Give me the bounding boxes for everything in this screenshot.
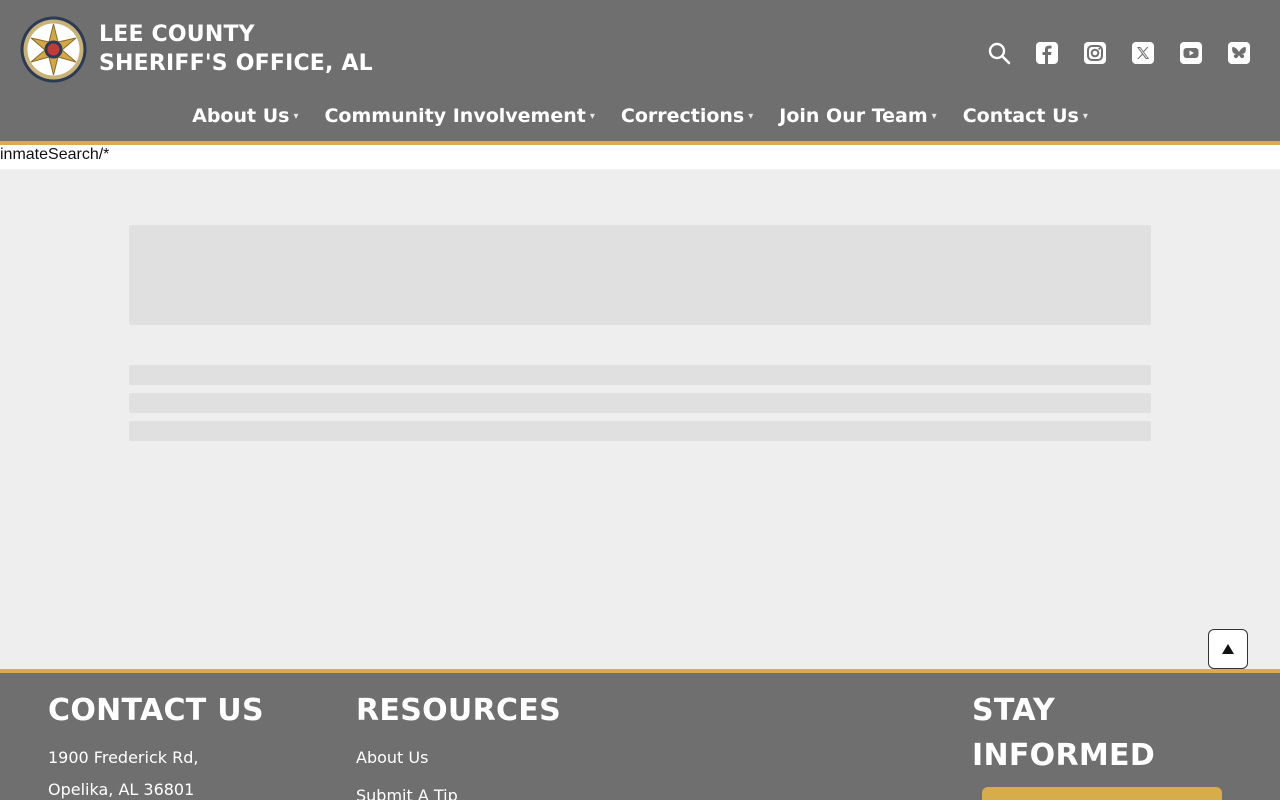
site-title-line1: LEE COUNTY [99,22,255,47]
nav-item-join-our-team[interactable]: Join Our Team ▾ [779,105,936,127]
x-twitter-icon[interactable] [1131,41,1155,65]
footer-link-submit-a-tip[interactable]: Submit A Tip [356,786,458,800]
skeleton-line [129,393,1151,413]
caret-down-icon: ▾ [293,110,299,122]
site-title-line2: SHERIFF'S OFFICE, AL [99,51,373,76]
sheriff-seal-logo[interactable] [20,16,87,83]
footer-address-line1: 1900 Frederick Rd, [48,748,199,767]
skeleton-block-header [129,225,1151,325]
site-footer: CONTACT US 1900 Frederick Rd, Opelika, A… [0,673,1280,800]
bluesky-icon[interactable] [1227,41,1251,65]
footer-link-about-us[interactable]: About Us [356,748,428,767]
route-text: inmateSearch/* [0,146,110,163]
route-bar [0,145,1280,169]
skeleton-line [129,365,1151,385]
footer-address-line2: Opelika, AL 36801 [48,780,195,799]
nav-item-about-us[interactable]: About Us ▾ [192,105,298,127]
nav-item-label: Corrections [620,105,745,127]
caret-down-icon: ▾ [589,110,595,122]
search-icon[interactable] [987,41,1011,65]
youtube-icon[interactable] [1179,41,1203,65]
nav-item-label: Community Involvement [324,105,586,127]
arrow-up-icon [1222,644,1234,654]
footer-contact-heading: CONTACT US [48,693,264,728]
nav-item-contact-us[interactable]: Contact Us ▾ [963,105,1088,127]
instagram-icon[interactable] [1083,41,1107,65]
caret-down-icon: ▾ [931,110,937,122]
skeleton-line [129,421,1151,441]
facebook-icon[interactable] [1035,41,1059,65]
footer-stay-informed-heading-line1: STAY [972,693,1056,728]
scroll-to-top-button[interactable] [1208,629,1248,669]
footer-resources-heading: RESOURCES [356,693,561,728]
header-icons [987,41,1251,65]
subscribe-button[interactable] [982,787,1222,800]
nav-item-corrections[interactable]: Corrections ▾ [621,105,753,127]
main-nav: About Us ▾ Community Involvement ▾ Corre… [0,105,1280,127]
caret-down-icon: ▾ [1082,110,1088,122]
caret-down-icon: ▾ [748,110,754,122]
nav-item-community-involvement[interactable]: Community Involvement ▾ [324,105,594,127]
nav-item-label: Contact Us [962,105,1079,127]
site-title[interactable]: LEE COUNTY SHERIFF'S OFFICE, AL [99,20,373,78]
site-header: LEE COUNTY SHERIFF'S OFFICE, AL About Us… [0,0,1280,141]
footer-stay-informed-heading-line2: INFORMED [972,738,1156,773]
nav-item-label: Join Our Team [779,105,928,127]
nav-item-label: About Us [192,105,290,127]
